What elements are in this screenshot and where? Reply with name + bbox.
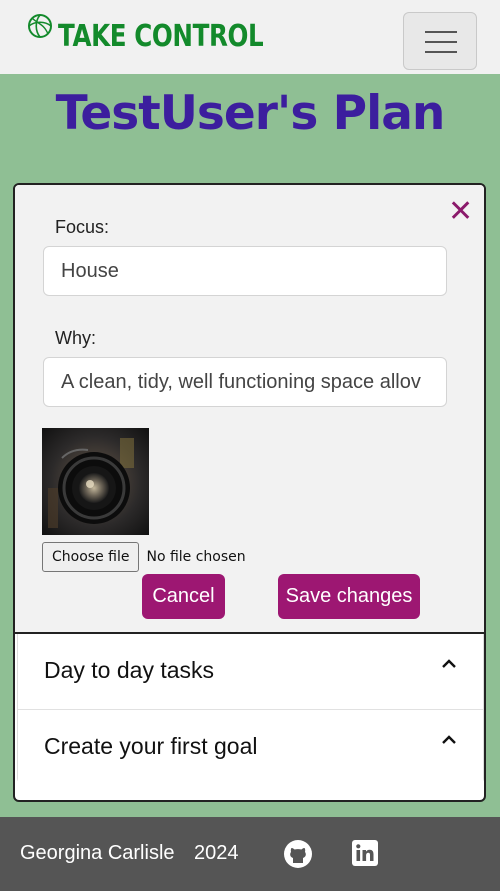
hamburger-icon (425, 31, 457, 33)
github-icon[interactable] (283, 839, 313, 869)
linkedin-icon[interactable] (352, 840, 378, 866)
menu-toggle-button[interactable] (403, 12, 477, 70)
close-icon[interactable]: ✕ (448, 197, 473, 227)
navbar: TAKE CONTROL (0, 0, 500, 74)
save-changes-button[interactable]: Save changes (278, 574, 420, 619)
accordion: Day to day tasks Create your first goal (17, 634, 484, 784)
plan-card: ✕ Focus: House Why: A clean, tidy, well … (13, 183, 486, 802)
focus-input[interactable]: House (43, 246, 447, 296)
focus-label: Focus: (55, 217, 110, 237)
chevron-up-icon (442, 735, 456, 744)
accordion-label: Day to day tasks (44, 657, 215, 683)
why-label: Why: (55, 328, 97, 348)
why-input[interactable]: A clean, tidy, well functioning space al… (43, 357, 447, 407)
accordion-item-first-goal[interactable]: Create your first goal (18, 709, 483, 784)
focus-image (42, 428, 149, 535)
edit-focus-form: ✕ Focus: House Why: A clean, tidy, well … (15, 185, 484, 633)
footer-year: 2024 (194, 842, 239, 864)
accordion-item-day-to-day[interactable]: Day to day tasks (18, 634, 483, 709)
file-status: No file chosen (146, 549, 246, 565)
choose-file-button[interactable]: Choose file (42, 542, 140, 572)
brand-name: TAKE CONTROL (58, 19, 264, 54)
file-upload: Choose file No file chosen (42, 542, 246, 572)
footer: Georgina Carlisle 2024 (0, 817, 500, 891)
footer-author: Georgina Carlisle (20, 842, 175, 864)
brand[interactable]: TAKE CONTROL (26, 12, 308, 52)
cancel-button[interactable]: Cancel (142, 574, 225, 619)
chevron-up-icon (442, 659, 456, 668)
page-title: TestUser's Plan (55, 86, 446, 141)
brand-logo-icon (28, 14, 52, 38)
accordion-label: Create your first goal (44, 733, 258, 759)
